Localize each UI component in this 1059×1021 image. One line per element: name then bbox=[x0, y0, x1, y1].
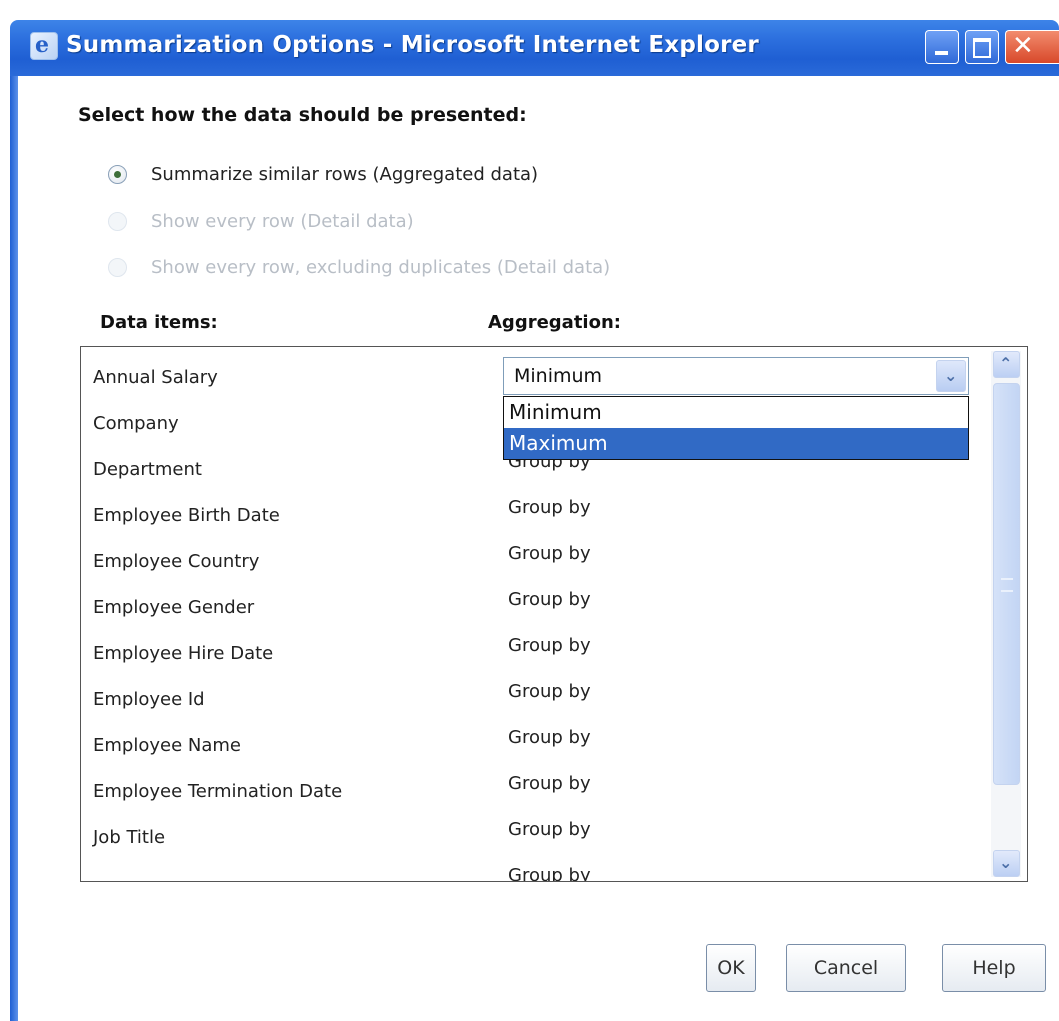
dropdown-option-maximum[interactable]: Maximum bbox=[504, 428, 968, 459]
radio-detail-no-duplicates: Show every row, excluding duplicates (De… bbox=[108, 252, 610, 282]
data-item-name: Annual Salary bbox=[93, 367, 218, 388]
data-items-header: Data items: bbox=[100, 312, 218, 333]
aggregation-select-value: Minimum bbox=[514, 365, 603, 387]
maximize-button[interactable] bbox=[965, 30, 999, 64]
data-item-name: Employee Id bbox=[93, 689, 205, 710]
window-title: Summarization Options - Microsoft Intern… bbox=[66, 32, 759, 58]
radio-detail: Show every row (Detail data) bbox=[108, 206, 414, 236]
aggregation-value[interactable]: Group by bbox=[508, 819, 591, 840]
data-item-name: Employee Birth Date bbox=[93, 505, 280, 526]
dropdown-option-minimum[interactable]: Minimum bbox=[504, 397, 968, 428]
radio-label-detail: Show every row (Detail data) bbox=[151, 210, 414, 232]
data-item-name: Department bbox=[93, 459, 202, 480]
help-button[interactable]: Help bbox=[942, 944, 1046, 992]
scroll-down-button[interactable]: ⌄ bbox=[993, 850, 1020, 877]
radio-aggregated[interactable]: Summarize similar rows (Aggregated data) bbox=[108, 159, 538, 189]
data-item-name: Employee Gender bbox=[93, 597, 255, 618]
aggregation-value[interactable]: Group by bbox=[508, 543, 591, 564]
radio-label-aggregated: Summarize similar rows (Aggregated data) bbox=[151, 163, 539, 185]
aggregation-value[interactable]: Group by bbox=[508, 773, 591, 794]
aggregation-value[interactable]: Group by bbox=[508, 681, 591, 702]
aggregation-value[interactable]: Group by bbox=[508, 497, 591, 518]
cancel-button[interactable]: Cancel bbox=[786, 944, 906, 992]
dialog-content: Select how the data should be presented:… bbox=[18, 76, 1059, 1021]
chevron-down-icon: ⌄ bbox=[944, 366, 958, 385]
chevron-up-icon: ⌃ bbox=[999, 354, 1013, 373]
radio-button-disabled bbox=[108, 257, 127, 277]
dropdown-arrow-button[interactable]: ⌄ bbox=[936, 360, 966, 392]
scroll-thumb[interactable] bbox=[993, 383, 1020, 785]
presentation-heading: Select how the data should be presented: bbox=[78, 104, 527, 126]
data-item-name: Employee Country bbox=[93, 551, 260, 572]
window-border bbox=[10, 76, 18, 1021]
radio-button-disabled bbox=[108, 211, 127, 231]
aggregation-value[interactable]: Group by bbox=[508, 727, 591, 748]
aggregation-value[interactable]: Group by bbox=[508, 635, 591, 656]
grip-icon bbox=[1001, 578, 1013, 592]
close-button[interactable]: ✕ bbox=[1005, 30, 1059, 64]
chevron-down-icon: ⌄ bbox=[999, 853, 1013, 872]
radio-button-checked[interactable] bbox=[108, 164, 127, 184]
data-item-name: Job Title bbox=[93, 827, 166, 848]
data-item-name: Employee Hire Date bbox=[93, 643, 274, 664]
title-bar[interactable]: e Summarization Options - Microsoft Inte… bbox=[10, 20, 1059, 76]
aggregation-select[interactable]: Minimum ⌄ bbox=[503, 357, 969, 395]
aggregation-dropdown-list[interactable]: Minimum Maximum bbox=[503, 396, 969, 460]
dialog-window: e Summarization Options - Microsoft Inte… bbox=[10, 20, 1059, 1021]
aggregation-header: Aggregation: bbox=[488, 312, 621, 333]
vertical-scrollbar[interactable]: ⌃ ⌄ bbox=[991, 351, 1021, 877]
minimize-button[interactable] bbox=[925, 30, 959, 64]
close-icon: ✕ bbox=[1012, 31, 1034, 61]
aggregation-value[interactable]: Group by bbox=[508, 865, 591, 881]
ok-button[interactable]: OK bbox=[706, 944, 756, 992]
data-item-name: Company bbox=[93, 413, 179, 434]
data-item-name: Employee Termination Date bbox=[93, 781, 343, 802]
radio-label-no-duplicates: Show every row, excluding duplicates (De… bbox=[151, 256, 611, 278]
internet-explorer-icon: e bbox=[30, 32, 58, 60]
data-items-list[interactable]: Annual Salary Company Department Employe… bbox=[80, 346, 1028, 882]
scroll-up-button[interactable]: ⌃ bbox=[993, 351, 1020, 378]
data-item-name: Employee Name bbox=[93, 735, 241, 756]
aggregation-value[interactable]: Group by bbox=[508, 589, 591, 610]
